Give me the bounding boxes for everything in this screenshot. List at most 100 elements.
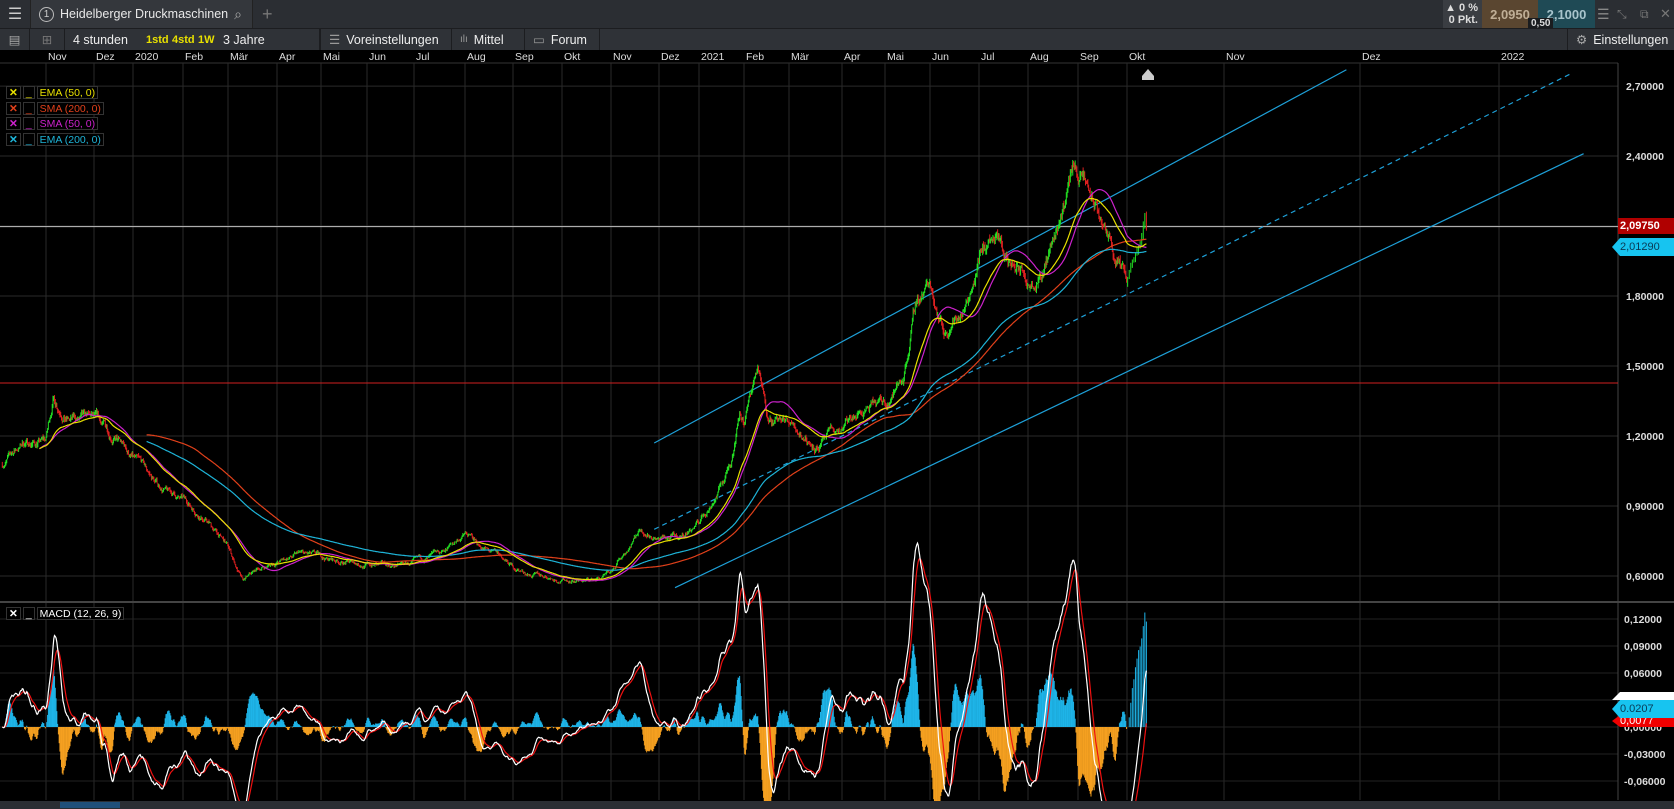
price-axis-label: 0,90000 (1626, 501, 1664, 513)
time-axis-label: Aug (1030, 51, 1049, 63)
forum-label: Forum (550, 32, 587, 47)
forum-button[interactable]: ▭ Forum (525, 29, 600, 50)
remove-macd-icon[interactable]: ✕ (6, 607, 21, 620)
depth-icon[interactable]: ☰ (1597, 2, 1610, 26)
time-axis-label: Aug (467, 51, 486, 63)
minimize-macd-icon[interactable]: _ (22, 607, 35, 620)
close-icon[interactable]: ✕ (1660, 0, 1671, 28)
layout-icon[interactable]: ⊞ (30, 29, 65, 50)
chat-icon: ▭ (533, 33, 545, 47)
price-chart[interactable]: Nov Dez 2020 Feb Mär Apr Mai Jun Jul Aug Sep Okt Nov… (0, 0, 1674, 809)
range-select[interactable]: 3 Jahre (215, 29, 320, 50)
trend-line-lower (674, 153, 1584, 589)
instance-number: 1 (39, 6, 54, 22)
legend-item[interactable]: ✕ _ SMA (50, 0) (6, 117, 99, 130)
remove-indicator-icon[interactable]: ✕ (6, 101, 21, 115)
minimize-indicator-icon[interactable]: _ (22, 101, 35, 115)
price-axis-label: 0,60000 (1626, 571, 1664, 583)
time-axis-label: Dez (1362, 51, 1381, 63)
change-box: ▲ 0 % 0 Pkt. (1443, 0, 1482, 28)
popout-icon[interactable]: ⧉ (1640, 0, 1649, 28)
legend-label: SMA (50, 0) (36, 117, 99, 130)
remove-indicator-icon[interactable]: ✕ (6, 117, 21, 130)
time-axis-label: 2020 (135, 51, 159, 63)
indicators-button[interactable]: ılı Mittel (452, 29, 525, 50)
gear-icon: ⚙ (1576, 33, 1588, 47)
candles-icon: ılı (460, 34, 468, 45)
ema200-line (146, 248, 1147, 571)
time-axis-label: Dez (661, 51, 680, 63)
time-axis-label: 2022 (1501, 51, 1525, 63)
macd-legend-label: MACD (12, 26, 9) (36, 607, 125, 620)
sma200-line (146, 238, 1147, 570)
macd-histogram (2, 612, 1147, 809)
price-axis-label: 1,80000 (1626, 291, 1664, 303)
macd-legend: ✕ _ MACD (12, 26, 9) (6, 607, 125, 620)
macd-axis-label: 0,12000 (1624, 614, 1662, 626)
scroll-thumb[interactable] (60, 802, 120, 808)
time-axis-label: Nov (48, 51, 67, 63)
trend-line-middle (653, 73, 1570, 530)
time-axis-label: Nov (1226, 51, 1245, 63)
legend-item[interactable]: ✕ _ EMA (200, 0) (6, 132, 104, 146)
list-icon[interactable]: ▤ (0, 29, 30, 50)
minimize-indicator-icon[interactable]: _ (22, 117, 35, 130)
sma50-line (39, 189, 1147, 582)
last-price-badge: 2,09750 (1618, 218, 1674, 234)
ema200-badge: 2,01290 (1612, 238, 1674, 256)
collapse-icon[interactable]: ⤡ (1617, 0, 1627, 28)
presets-label: Voreinstellungen (346, 32, 439, 47)
price-axis-label: 1,20000 (1626, 431, 1664, 443)
candles (1, 159, 1147, 585)
time-axis-label: Feb (746, 51, 764, 63)
time-axis-label: Mai (887, 51, 904, 63)
change-points: 0 Pkt. (1448, 14, 1478, 26)
remove-indicator-icon[interactable]: ✕ (6, 86, 21, 99)
change-percent: ▲ 0 % (1445, 2, 1478, 14)
macd-axis-label: 0,09000 (1624, 641, 1662, 653)
time-axis-label: Okt (1129, 51, 1145, 63)
time-axis-label: Dez (96, 51, 115, 63)
interval-4std-button[interactable]: 4std (169, 29, 198, 50)
macd-axis-label: -0,06000 (1624, 776, 1666, 788)
macd-signal-line (2, 557, 1147, 809)
presets-button[interactable]: ☰ Voreinstellungen (320, 29, 452, 50)
legend-label: EMA (50, 0) (36, 86, 99, 99)
time-axis-label: Jul (981, 51, 994, 63)
time-axis-label: Apr (844, 51, 861, 63)
search-icon[interactable]: ⌕ (234, 6, 242, 23)
time-axis-label: Nov (613, 51, 632, 63)
time-axis-label: 2021 (701, 51, 725, 63)
add-tab-icon[interactable]: + (262, 0, 273, 28)
price-axis-label: 1,50000 (1626, 361, 1664, 373)
chart-toolbar: ▤ ⊞ 4 stunden 1std 4std 1W 3 Jahre ☰ Vore… (0, 28, 1674, 50)
remove-indicator-icon[interactable]: ✕ (6, 132, 21, 146)
time-axis-label: Mär (791, 51, 810, 63)
time-axis-label: Jun (369, 51, 386, 63)
settings-button[interactable]: ⚙ Einstellungen (1567, 29, 1674, 50)
time-axis-label: Feb (185, 51, 203, 63)
interval-select[interactable]: 4 stunden (65, 29, 145, 50)
top-bar: ☰ 1 Heidelberger Druckmaschinen ⌕ + ▲ 0 … (0, 0, 1674, 29)
legend-label: EMA (200, 0) (36, 132, 104, 146)
macd-badge: 0.0207 (1612, 700, 1674, 718)
macd-axis-label: -0,03000 (1624, 749, 1666, 761)
time-axis-label: Okt (564, 51, 580, 63)
instrument-tab[interactable]: 1 Heidelberger Druckmaschinen ⌕ (30, 0, 253, 28)
macd-white-marker (1612, 692, 1674, 700)
interval-1std-button[interactable]: 1std (143, 29, 172, 50)
bottom-scrollbar[interactable] (0, 801, 1674, 809)
indicators-label: Mittel (473, 32, 504, 47)
minimize-indicator-icon[interactable]: _ (22, 86, 35, 99)
legend-item[interactable]: ✕ _ SMA (200, 0) (6, 101, 104, 115)
alert-marker-icon (1142, 69, 1154, 80)
trend-line-upper (653, 69, 1347, 444)
time-axis-label: Mär (230, 51, 249, 63)
time-axis-label: Mai (323, 51, 340, 63)
legend-item[interactable]: ✕ _ EMA (50, 0) (6, 86, 99, 99)
macd-axis-label: 0,06000 (1624, 668, 1662, 680)
menu-icon[interactable]: ☰ (0, 0, 30, 28)
time-axis-label: Sep (1080, 51, 1099, 63)
minimize-indicator-icon[interactable]: _ (22, 132, 35, 146)
time-axis-label: Sep (515, 51, 534, 63)
